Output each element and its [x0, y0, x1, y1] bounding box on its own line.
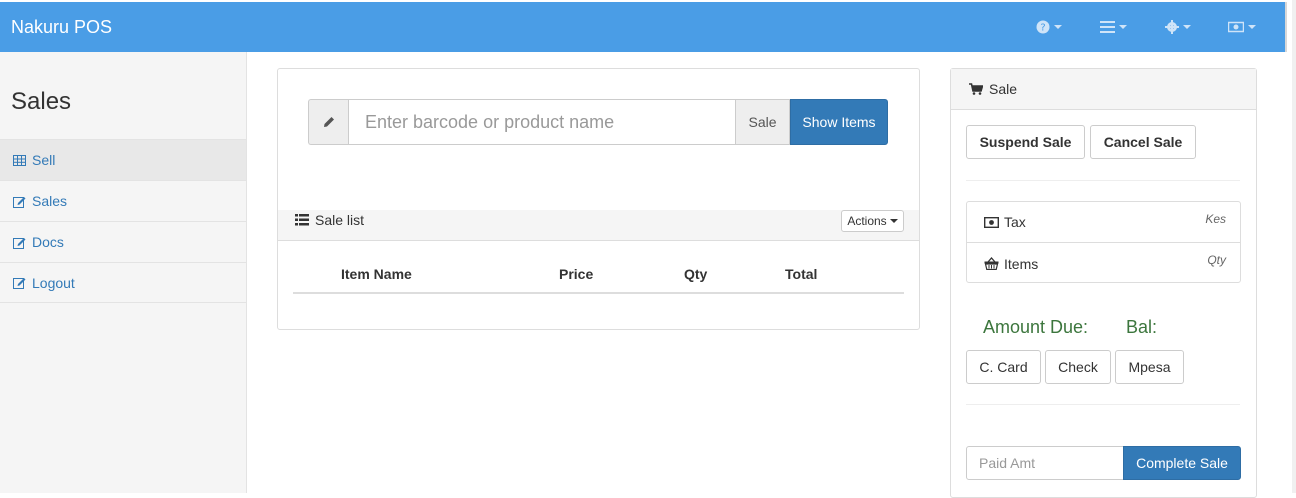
chevron-down-icon	[1248, 25, 1256, 29]
divider	[966, 180, 1240, 181]
pay-check-button[interactable]: Check	[1045, 350, 1111, 384]
actions-dropdown-button[interactable]: Actions	[841, 210, 904, 232]
column-header-qty: Qty	[684, 266, 708, 282]
sidebar-item-label: Sales	[32, 193, 68, 209]
chevron-down-icon	[1183, 25, 1191, 29]
list-menu[interactable]	[1100, 17, 1127, 37]
sidebar-item-label: Logout	[32, 274, 75, 291]
edit-icon	[13, 278, 26, 289]
sale-list-title: Sale list	[295, 212, 364, 228]
tax-label: Tax	[1004, 214, 1026, 230]
sale-panel-title: Sale	[989, 81, 1018, 97]
show-items-button[interactable]: Show Items	[790, 99, 888, 145]
complete-sale-button[interactable]: Complete Sale	[1123, 446, 1241, 480]
sale-totals-list: Tax Kes Items Qty	[966, 201, 1241, 283]
column-header-price: Price	[559, 266, 594, 282]
cart-icon	[969, 83, 983, 95]
suspend-sale-button[interactable]: Suspend Sale	[966, 125, 1085, 159]
pay-mpesa-button[interactable]: Mpesa	[1115, 350, 1184, 384]
sidebar-item-docs[interactable]: Docs	[0, 221, 246, 262]
sidebar-item-logout[interactable]: Logout	[0, 262, 246, 303]
tax-row: Tax Kes	[967, 202, 1240, 243]
cash-icon	[984, 216, 999, 228]
actions-label: Actions	[847, 214, 887, 228]
help-menu[interactable]: ?	[1036, 17, 1062, 37]
product-search-input[interactable]	[348, 99, 736, 145]
pay-credit-card-button[interactable]: C. Card	[966, 350, 1041, 384]
basket-icon	[984, 257, 999, 270]
pencil-icon	[323, 117, 334, 127]
brand-title[interactable]: Nakuru POS	[11, 17, 112, 38]
help-icon: ?	[1036, 20, 1050, 34]
column-header-item-name: Item Name	[341, 266, 412, 282]
sidebar: Sales Sell Sales Docs Logout	[0, 52, 247, 493]
table-icon	[13, 154, 26, 166]
sidebar-item-sales[interactable]: Sales	[0, 180, 246, 221]
chevron-down-icon	[1054, 25, 1062, 29]
items-row: Items Qty	[967, 243, 1240, 284]
table-header-divider	[293, 292, 904, 294]
cancel-sale-button[interactable]: Cancel Sale	[1090, 125, 1196, 159]
sale-list-label: Sale list	[315, 212, 365, 228]
divider	[966, 404, 1240, 405]
list-icon	[295, 214, 309, 226]
sidebar-item-sell[interactable]: Sell	[0, 139, 246, 180]
cash-icon	[1228, 21, 1244, 33]
sidebar-title: Sales	[11, 88, 72, 115]
sidebar-item-label: Docs	[32, 234, 64, 250]
chevron-down-icon	[1119, 25, 1127, 29]
edit-icon	[13, 237, 26, 249]
tax-value: Kes	[1205, 212, 1226, 226]
amount-due-label: Amount Due:	[983, 317, 1089, 337]
top-navbar: Nakuru POS ?	[0, 2, 1287, 52]
sale-panel-header: Sale	[951, 69, 1256, 110]
balance-label: Bal:	[1126, 317, 1158, 337]
sale-list-header: Sale list Actions	[278, 210, 919, 241]
gear-icon	[1165, 20, 1179, 34]
scrollbar[interactable]	[1292, 0, 1296, 493]
chevron-down-icon	[889, 219, 898, 223]
paid-amount-input[interactable]	[966, 446, 1124, 480]
items-label: Items	[1004, 255, 1039, 272]
sidebar-item-label: Sell	[32, 152, 56, 168]
column-header-total: Total	[785, 266, 818, 282]
pencil-addon	[308, 99, 348, 145]
svg-text:?: ?	[1040, 23, 1045, 34]
edit-icon	[13, 196, 26, 208]
product-search-group: Sale Show Items	[308, 99, 888, 145]
items-value: Qty	[1207, 253, 1226, 267]
cash-menu[interactable]	[1228, 17, 1256, 37]
list-icon	[1100, 21, 1115, 33]
sale-mode-addon[interactable]: Sale	[736, 99, 790, 145]
settings-menu[interactable]	[1165, 17, 1191, 37]
